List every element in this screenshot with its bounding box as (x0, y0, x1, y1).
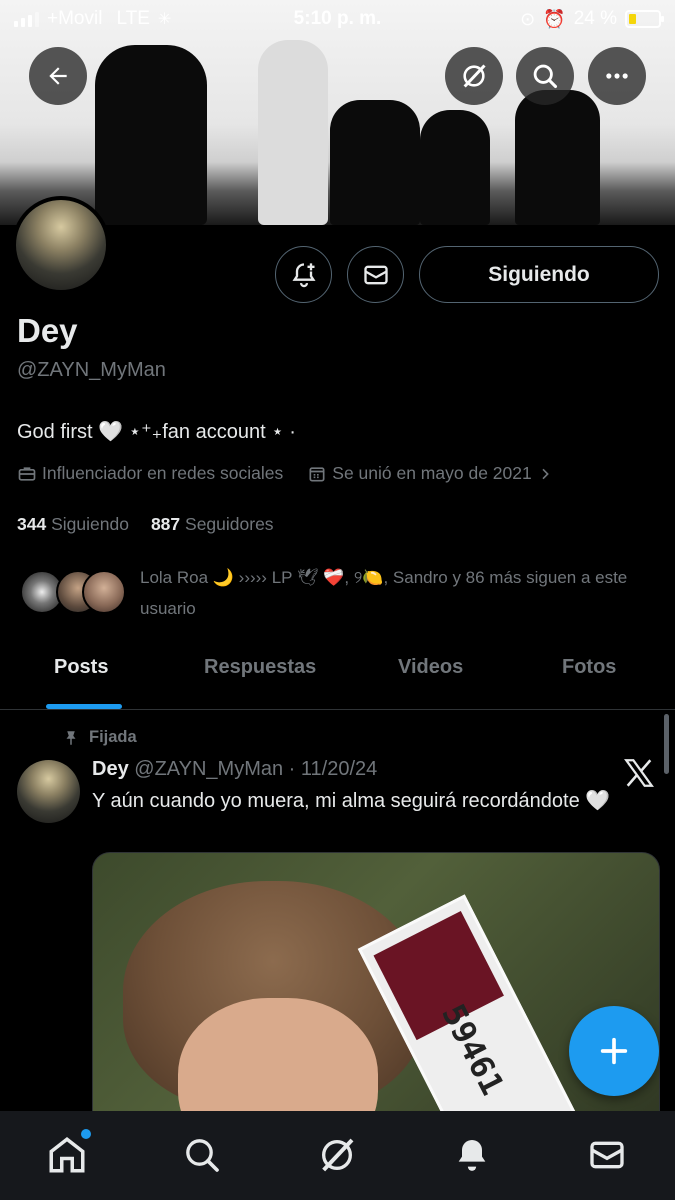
following-count-link[interactable]: 344 Siguiendo (17, 514, 129, 535)
profile-avatar[interactable] (12, 196, 110, 294)
category-item: Influenciador en redes sociales (17, 463, 283, 484)
banner-figure (95, 45, 207, 225)
more-horizontal-icon (606, 73, 628, 79)
briefcase-icon (18, 466, 36, 481)
plus-icon (600, 1037, 628, 1065)
post-avatar[interactable] (17, 760, 80, 823)
followed-by-text: Lola Roa 🌙 ››››› LP 🕊 ❤️‍🩹, ୨🍋, Sandro y… (140, 568, 628, 618)
alarm-icon: ⏰ (543, 8, 566, 29)
nav-search[interactable] (180, 1133, 224, 1177)
post-text: Y aún cuando yo muera, mi alma seguirá r… (92, 790, 611, 812)
pin-icon (66, 730, 76, 745)
compose-button[interactable] (569, 1006, 659, 1096)
grok-button[interactable] (445, 47, 503, 105)
followers-label: Seguidores (185, 514, 274, 534)
category-label: Influenciador en redes sociales (42, 463, 284, 483)
post-image[interactable]: 59461 (92, 852, 660, 1152)
post-header: Dey @ZAYN_MyMan · 11/20/24 (92, 758, 377, 781)
nav-notifications[interactable] (450, 1133, 494, 1177)
message-button[interactable] (347, 246, 404, 303)
banner-figure (330, 100, 420, 225)
tab-replies[interactable]: Respuestas (204, 656, 316, 679)
nav-messages[interactable] (585, 1133, 629, 1177)
home-icon (49, 1137, 85, 1173)
bell-plus-icon (291, 262, 316, 287)
battery-icon (625, 10, 664, 28)
banner-figure (515, 90, 600, 225)
profile-tabs: Posts Respuestas Videos Fotos (0, 640, 675, 710)
card-number: 59461 (434, 997, 512, 1102)
tab-posts[interactable]: Posts (54, 656, 108, 679)
arrow-left-icon (49, 67, 67, 85)
pinned-indicator: Fijada (62, 728, 137, 747)
home-notification-dot (81, 1129, 91, 1139)
following-label: Siguiendo (51, 514, 129, 534)
status-bar: +Movil LTE ✳ 5:10 p. m. ⊙ ⏰ 24 % (0, 0, 675, 38)
profile-bio: God first 🤍 ⋆⁺₊fan account ⋆ · (17, 421, 296, 443)
battery-fill (629, 14, 636, 24)
nav-grok[interactable] (315, 1133, 359, 1177)
joined-label: Se unió en mayo de 2021 (332, 463, 532, 483)
search-icon (533, 64, 558, 89)
search-icon (186, 1139, 219, 1172)
calendar-icon (309, 466, 325, 481)
bottom-navigation (0, 1111, 675, 1200)
grok-icon (322, 1138, 354, 1172)
tab-videos[interactable]: Videos (398, 656, 463, 679)
back-button[interactable] (29, 47, 87, 105)
grok-icon (463, 64, 486, 88)
tab-photos[interactable]: Fotos (562, 656, 616, 679)
battery-percent: 24 % (573, 8, 617, 29)
orientation-lock-icon: ⊙ (520, 8, 536, 29)
follower-avatar (82, 570, 126, 614)
post-handle-date: @ZAYN_MyMan · 11/20/24 (134, 758, 378, 780)
active-tab-indicator (46, 704, 122, 709)
followers-count: 887 (150, 514, 181, 534)
notifications-icon (458, 1140, 486, 1171)
profile-meta: Influenciador en redes sociales Se unió … (17, 463, 577, 484)
search-button[interactable] (516, 47, 574, 105)
nav-home[interactable] (45, 1129, 91, 1177)
scrollbar-thumb[interactable] (664, 714, 669, 774)
profile-name: Dey (17, 312, 78, 349)
more-button[interactable] (588, 47, 646, 105)
joined-item[interactable]: Se unió en mayo de 2021 (307, 463, 552, 484)
following-button[interactable]: Siguiendo (419, 246, 659, 303)
followers-count-link[interactable]: 887 Seguidores (151, 514, 274, 535)
pinned-label: Fijada (89, 728, 137, 746)
follow-counts: 344 Siguiendo 887 Seguidores (17, 514, 274, 535)
post-author[interactable]: Dey (92, 758, 129, 780)
banner-figure (420, 110, 490, 225)
messages-icon (590, 1141, 624, 1169)
chevron-right-icon (542, 468, 549, 479)
notifications-subscribe-button[interactable] (275, 246, 332, 303)
banner-figure (258, 40, 328, 225)
profile-handle: @ZAYN_MyMan (17, 359, 166, 381)
following-count: 344 (17, 514, 47, 534)
envelope-icon (363, 265, 388, 284)
